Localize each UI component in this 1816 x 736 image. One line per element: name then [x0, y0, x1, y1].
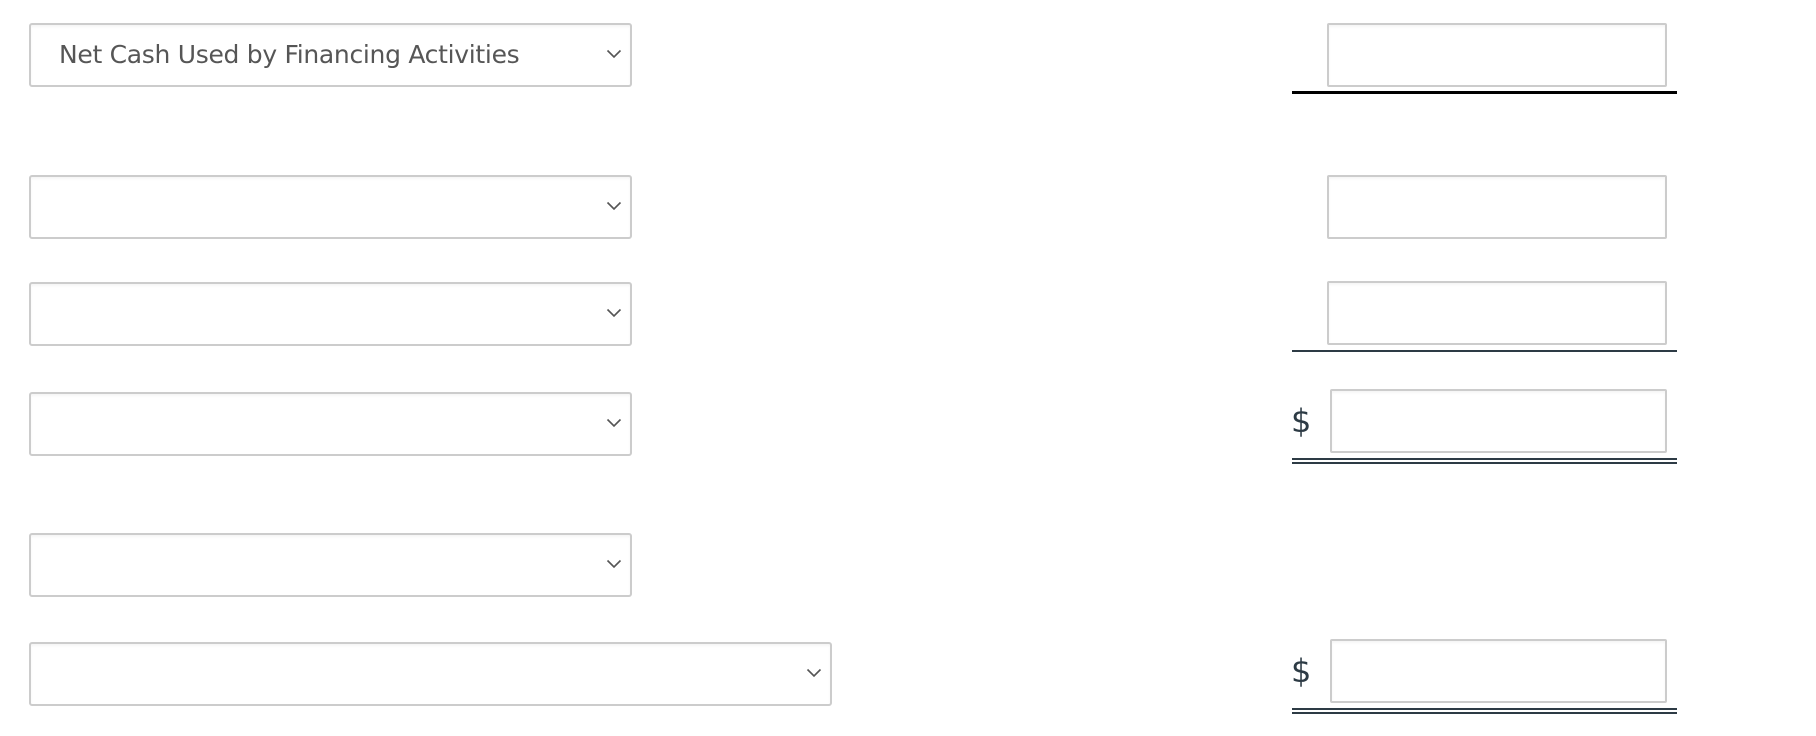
subtotal-underline [1292, 91, 1677, 94]
select-value: Net Cash Used by Financing Activities [59, 40, 520, 69]
chevron-down-icon [806, 668, 822, 678]
line-item-select-4[interactable] [29, 392, 632, 456]
chevron-down-icon [606, 559, 622, 569]
chevron-down-icon [606, 201, 622, 211]
currency-symbol: $ [1291, 402, 1312, 440]
amount-input-1[interactable] [1327, 23, 1667, 87]
subtotal-underline [1292, 350, 1677, 352]
total-double-underline-bottom [1292, 712, 1677, 714]
chevron-down-icon [606, 418, 622, 428]
line-item-select-2[interactable] [29, 175, 632, 239]
amount-input-4[interactable] [1330, 389, 1667, 453]
total-double-underline-top [1292, 458, 1677, 460]
line-item-select-6[interactable] [29, 642, 832, 706]
line-item-select-3[interactable] [29, 282, 632, 346]
line-item-select-1[interactable]: Net Cash Used by Financing Activities [29, 23, 632, 87]
total-double-underline-top [1292, 708, 1677, 710]
amount-input-3[interactable] [1327, 281, 1667, 345]
amount-input-2[interactable] [1327, 175, 1667, 239]
total-double-underline-bottom [1292, 462, 1677, 464]
chevron-down-icon [606, 49, 622, 59]
line-item-select-5[interactable] [29, 533, 632, 597]
chevron-down-icon [606, 308, 622, 318]
amount-input-6[interactable] [1330, 639, 1667, 703]
currency-symbol: $ [1291, 652, 1312, 690]
